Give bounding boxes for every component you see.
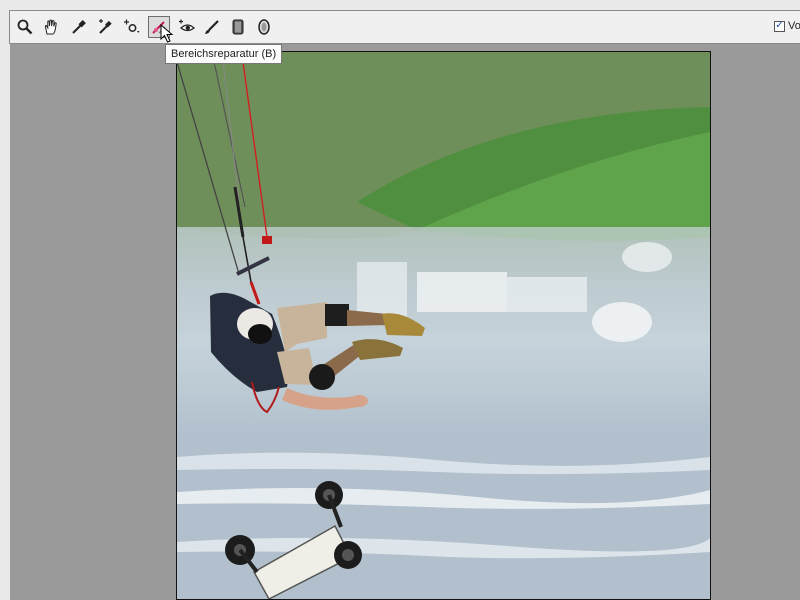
toolbar: ✓ Vo [0,0,800,44]
photo-preview[interactable] [176,51,711,600]
brush-icon [205,20,219,34]
eyedropper-plus-icon [99,19,112,34]
hand-icon [44,19,57,35]
graduated-filter-tool-button[interactable] [227,16,249,38]
crop-icon [124,19,140,33]
hand-tool-button[interactable] [40,16,62,38]
white-balance-tool-button[interactable] [94,16,116,38]
mouse-cursor-icon [160,24,174,43]
tool-tooltip: Bereichsreparatur (B) [165,44,283,64]
red-eye-icon [179,19,196,32]
preview-toggle[interactable]: ✓ Vo [774,20,800,32]
adjustment-brush-tool-button[interactable] [201,16,223,38]
radial-filter-tool-button[interactable] [253,16,275,38]
left-rail [0,44,10,600]
magnifier-icon [17,19,33,35]
preview-checkbox[interactable]: ✓ [774,20,785,32]
eyedropper-tool-button[interactable] [68,16,90,38]
radial-filter-icon [258,19,270,35]
graduated-filter-icon [232,19,244,35]
crop-tool-button[interactable] [121,16,143,38]
zoom-tool-button[interactable] [14,16,36,38]
kitesurfer-photo [177,52,710,599]
red-eye-tool-button[interactable] [176,16,198,38]
preview-label: Vo [788,20,800,32]
eyedropper-icon [72,19,86,34]
